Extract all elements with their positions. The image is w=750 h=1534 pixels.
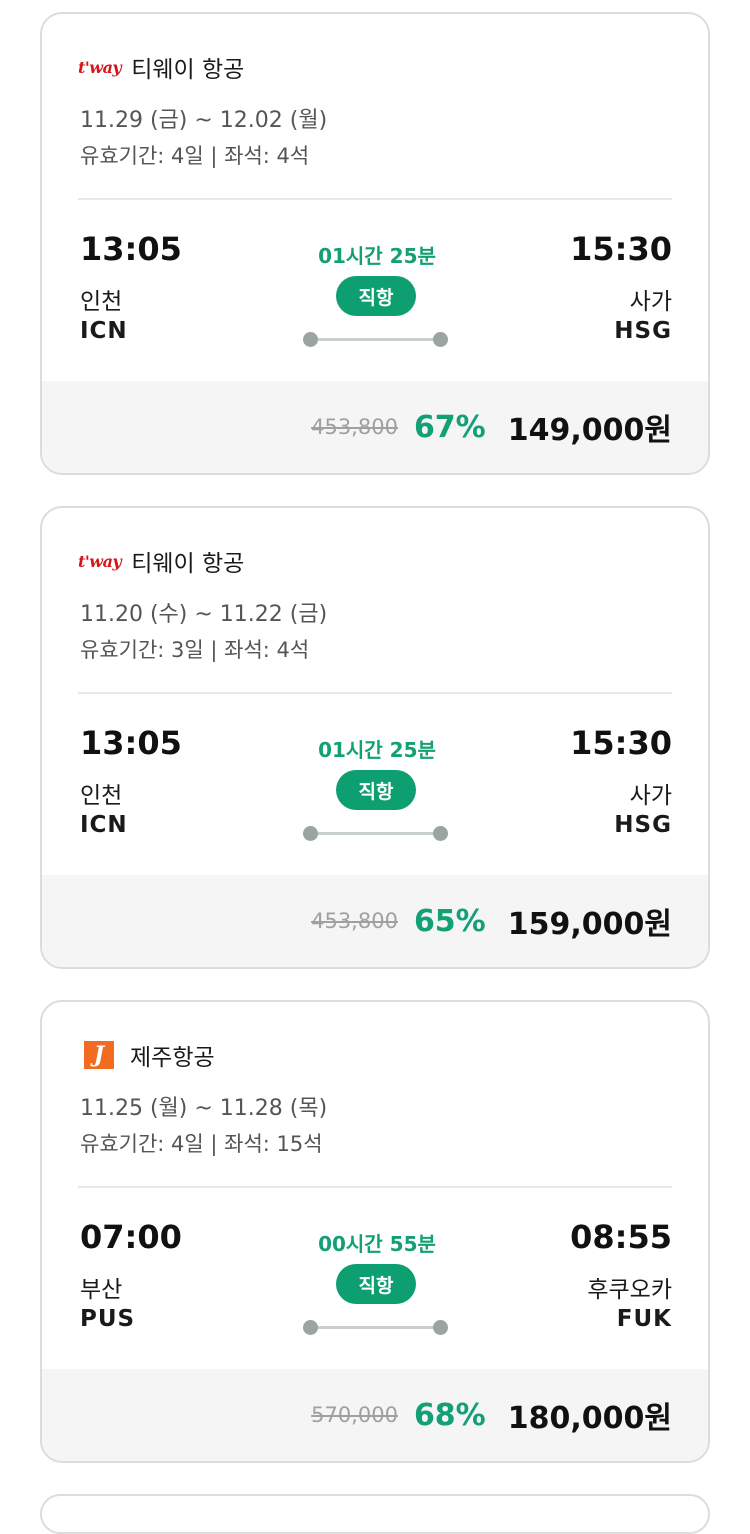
airline-row: J 제주항공 xyxy=(78,1040,215,1071)
route-end-dot xyxy=(433,1320,448,1335)
departure-city: 인천 xyxy=(80,783,123,809)
arrival-city: 사가 xyxy=(629,783,672,809)
route-line xyxy=(310,338,442,341)
departure-code: ICN xyxy=(80,812,128,838)
validity-seats: 유효기간: 3일 | 좌석: 4석 xyxy=(80,638,310,662)
travel-dates: 11.25 (월) ~ 11.28 (목) xyxy=(80,1096,328,1121)
arrival-time: 15:30 xyxy=(570,724,672,762)
departure-time: 07:00 xyxy=(80,1218,182,1256)
departure-code: ICN xyxy=(80,318,128,344)
route-end-dot xyxy=(433,826,448,841)
price-bar: 453,800 67% 149,000원 xyxy=(42,381,708,473)
departure-city: 인천 xyxy=(80,289,123,315)
route-line xyxy=(310,1326,442,1329)
departure-code: PUS xyxy=(80,1306,136,1332)
original-price: 453,800 xyxy=(311,415,398,439)
route-start-dot xyxy=(303,826,318,841)
airline-row: t'way 티웨이 항공 xyxy=(78,52,245,83)
price-bar: 453,800 65% 159,000원 xyxy=(42,875,708,967)
departure-time: 13:05 xyxy=(80,230,182,268)
validity-seats: 유효기간: 4일 | 좌석: 4석 xyxy=(80,144,310,168)
tway-logo-icon: t'way xyxy=(78,57,122,77)
departure-city: 부산 xyxy=(80,1277,123,1303)
flight-duration: 01시간 25분 xyxy=(318,738,436,762)
direct-badge: 직항 xyxy=(336,1264,416,1304)
divider xyxy=(78,692,672,694)
flight-duration: 01시간 25분 xyxy=(318,244,436,268)
airline-name: 티웨이 항공 xyxy=(131,551,245,577)
route-end-dot xyxy=(433,332,448,347)
price-bar: 570,000 68% 180,000원 xyxy=(42,1369,708,1461)
arrival-time: 08:55 xyxy=(570,1218,672,1256)
travel-dates: 11.29 (금) ~ 12.02 (월) xyxy=(80,108,328,133)
discount-rate: 67% xyxy=(413,409,486,445)
final-price: 180,000원 xyxy=(507,1401,672,1436)
validity-seats: 유효기간: 4일 | 좌석: 15석 xyxy=(80,1132,323,1156)
tway-logo-icon: t'way xyxy=(78,551,122,571)
flight-card[interactable]: t'way 티웨이 항공 11.29 (금) ~ 12.02 (월) 유효기간:… xyxy=(40,12,710,475)
airline-row: t'way 티웨이 항공 xyxy=(78,546,245,577)
arrival-city: 사가 xyxy=(629,289,672,315)
original-price: 570,000 xyxy=(311,1403,398,1427)
divider xyxy=(78,1186,672,1188)
arrival-code: FUK xyxy=(616,1306,672,1332)
flight-card[interactable]: t'way 티웨이 항공 11.20 (수) ~ 11.22 (금) 유효기간:… xyxy=(40,506,710,969)
discount-rate: 68% xyxy=(413,1397,486,1433)
route-start-dot xyxy=(303,332,318,347)
flight-card-partial[interactable] xyxy=(40,1494,710,1534)
flight-card[interactable]: J 제주항공 11.25 (월) ~ 11.28 (목) 유효기간: 4일 | … xyxy=(40,1000,710,1463)
jeju-air-logo-icon: J xyxy=(84,1041,114,1069)
final-price: 159,000원 xyxy=(507,907,672,942)
departure-time: 13:05 xyxy=(80,724,182,762)
divider xyxy=(78,198,672,200)
flight-duration: 00시간 55분 xyxy=(318,1232,436,1256)
arrival-time: 15:30 xyxy=(570,230,672,268)
direct-badge: 직항 xyxy=(336,276,416,316)
arrival-code: HSG xyxy=(614,318,672,344)
direct-badge: 직항 xyxy=(336,770,416,810)
airline-name: 제주항공 xyxy=(130,1045,215,1071)
route-start-dot xyxy=(303,1320,318,1335)
travel-dates: 11.20 (수) ~ 11.22 (금) xyxy=(80,602,328,627)
arrival-code: HSG xyxy=(614,812,672,838)
route-line xyxy=(310,832,442,835)
discount-rate: 65% xyxy=(413,903,486,939)
final-price: 149,000원 xyxy=(507,413,672,448)
original-price: 453,800 xyxy=(311,909,398,933)
arrival-city: 후쿠오카 xyxy=(587,1277,672,1303)
airline-name: 티웨이 항공 xyxy=(131,57,245,83)
